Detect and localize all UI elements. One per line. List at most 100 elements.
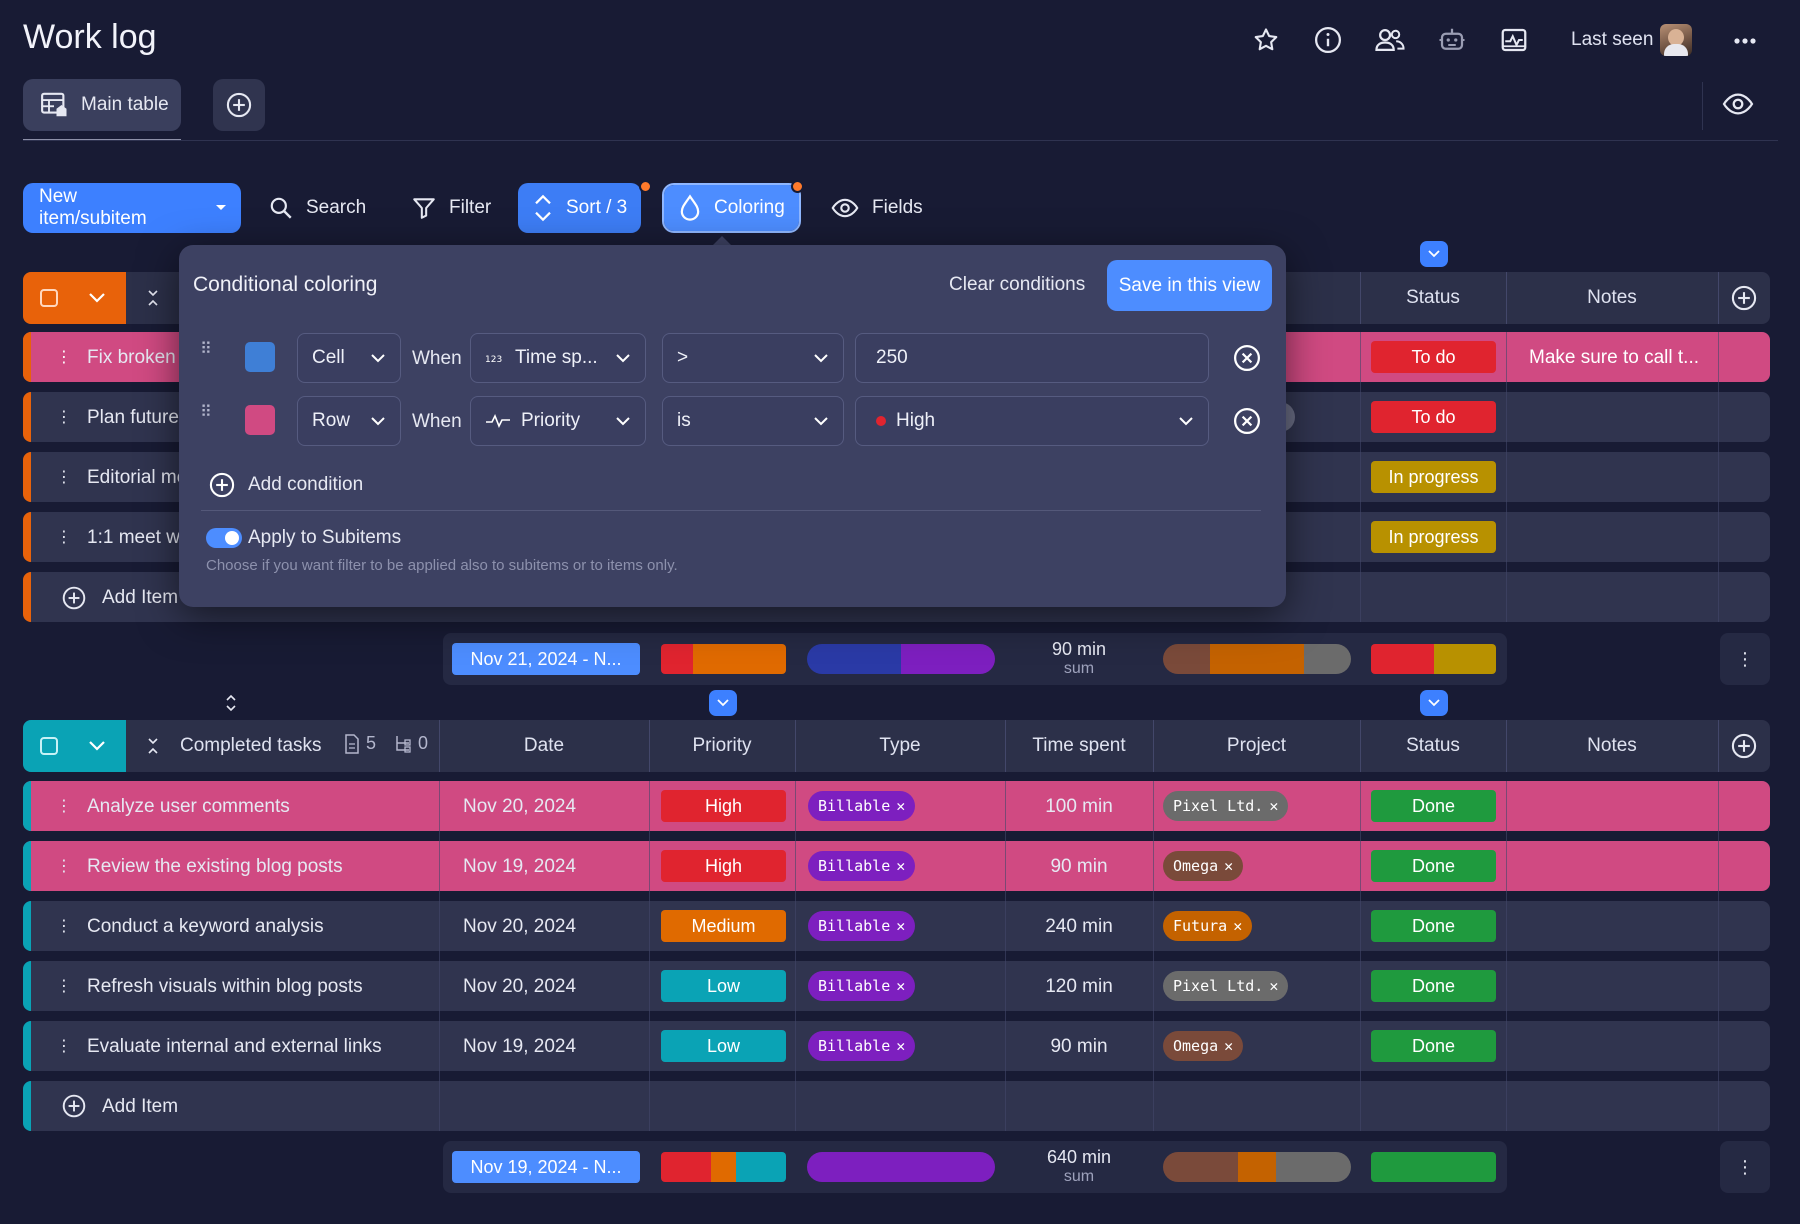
- chevron-down-icon[interactable]: [88, 292, 106, 304]
- avatar[interactable]: [1660, 24, 1692, 56]
- status-pill[interactable]: Done: [1371, 1030, 1496, 1062]
- remove-tag-icon[interactable]: ✕: [896, 797, 905, 815]
- row-drag-icon[interactable]: ⋮: [56, 347, 72, 367]
- time-cell[interactable]: 90 min: [1005, 1036, 1153, 1058]
- status-pill[interactable]: Done: [1371, 970, 1496, 1002]
- item-name[interactable]: 1:1 meet wi: [87, 527, 184, 549]
- time-cell[interactable]: 100 min: [1005, 796, 1153, 818]
- column-header-time-spent[interactable]: Time spent: [1005, 735, 1153, 757]
- row-drag-icon[interactable]: ⋮: [56, 916, 72, 936]
- column-header-notes[interactable]: Notes: [1506, 287, 1718, 309]
- color-swatch[interactable]: [245, 342, 275, 372]
- eye-icon[interactable]: [1722, 88, 1754, 120]
- column-header-date[interactable]: Date: [439, 735, 649, 757]
- column-header-priority[interactable]: Priority: [649, 735, 795, 757]
- status-pill[interactable]: In progress: [1371, 521, 1496, 553]
- project-tag[interactable]: Futura ✕: [1163, 911, 1253, 941]
- filter-button[interactable]: Filter: [397, 183, 505, 233]
- group-title[interactable]: Completed tasks: [180, 735, 322, 757]
- remove-tag-icon[interactable]: ✕: [896, 977, 905, 995]
- status-pill[interactable]: Done: [1371, 790, 1496, 822]
- item-name[interactable]: Fix broken l: [87, 347, 185, 369]
- status-pill[interactable]: Done: [1371, 850, 1496, 882]
- status-column-collapse-button[interactable]: [1420, 690, 1448, 716]
- column-header-project[interactable]: Project: [1153, 735, 1360, 757]
- project-tag[interactable]: Pixel Ltd. ✕: [1163, 971, 1289, 1001]
- notes-cell[interactable]: Make sure to call t...: [1529, 347, 1699, 369]
- save-view-button[interactable]: Save in this view: [1107, 260, 1272, 311]
- add-column-icon[interactable]: [1730, 284, 1758, 312]
- status-column-collapse-button[interactable]: [1420, 241, 1448, 267]
- add-column-icon[interactable]: [1730, 732, 1758, 760]
- item-name[interactable]: Plan future: [87, 407, 179, 429]
- type-tag[interactable]: Billable ✕: [808, 851, 916, 881]
- remove-tag-icon[interactable]: ✕: [1224, 857, 1233, 875]
- priority-column-collapse-button[interactable]: [709, 690, 737, 716]
- new-item-button[interactable]: New item/subitem: [23, 183, 241, 233]
- add-item-label[interactable]: Add Item: [102, 587, 178, 609]
- project-tag[interactable]: Omega ✕: [1163, 1031, 1244, 1061]
- field-select[interactable]: Priority: [470, 396, 646, 446]
- add-item-icon[interactable]: [61, 585, 87, 611]
- time-cell[interactable]: 240 min: [1005, 916, 1153, 938]
- value-select[interactable]: High: [855, 396, 1209, 446]
- info-icon[interactable]: [1308, 20, 1348, 60]
- more-options-icon[interactable]: [1728, 26, 1762, 56]
- column-header-status[interactable]: Status: [1360, 735, 1506, 757]
- caret-down-icon[interactable]: [201, 183, 241, 233]
- collapse-group-icon[interactable]: [146, 736, 160, 756]
- activity-monitor-icon[interactable]: [1494, 20, 1534, 60]
- date-cell[interactable]: Nov 19, 2024: [463, 856, 576, 878]
- row-drag-icon[interactable]: ⋮: [56, 796, 72, 816]
- item-name[interactable]: Review the existing blog posts: [87, 856, 343, 878]
- summary-menu-icon[interactable]: ⋮: [1720, 633, 1770, 685]
- type-tag[interactable]: Billable ✕: [808, 971, 916, 1001]
- scope-select[interactable]: Row: [297, 396, 401, 446]
- priority-pill[interactable]: Low: [661, 970, 786, 1002]
- project-tag[interactable]: Omega ✕: [1163, 851, 1244, 881]
- add-condition-button[interactable]: Add condition: [208, 471, 363, 499]
- time-cell[interactable]: 90 min: [1005, 856, 1153, 878]
- operator-select[interactable]: >: [662, 333, 844, 383]
- tab-main-table[interactable]: Main table: [23, 79, 181, 131]
- type-tag[interactable]: Billable ✕: [808, 1031, 916, 1061]
- star-icon[interactable]: [1246, 20, 1286, 60]
- column-header-status[interactable]: Status: [1360, 287, 1506, 309]
- date-cell[interactable]: Nov 20, 2024: [463, 796, 576, 818]
- row-drag-icon[interactable]: ⋮: [56, 1036, 72, 1056]
- date-range-summary[interactable]: Nov 19, 2024 - N...: [452, 1151, 640, 1183]
- item-name[interactable]: Evaluate internal and external links: [87, 1036, 382, 1058]
- status-pill[interactable]: To do: [1371, 401, 1496, 433]
- remove-tag-icon[interactable]: ✕: [896, 857, 905, 875]
- item-name[interactable]: Conduct a keyword analysis: [87, 916, 324, 938]
- item-name[interactable]: Editorial me: [87, 467, 187, 489]
- date-cell[interactable]: Nov 19, 2024: [463, 1036, 576, 1058]
- remove-tag-icon[interactable]: ✕: [896, 1037, 905, 1055]
- scope-select[interactable]: Cell: [297, 333, 401, 383]
- drag-handle-icon[interactable]: ⠿: [200, 402, 212, 422]
- operator-select[interactable]: is: [662, 396, 844, 446]
- row-drag-icon[interactable]: ⋮: [56, 407, 72, 427]
- priority-pill[interactable]: High: [661, 850, 786, 882]
- add-item-row[interactable]: [23, 1081, 1770, 1131]
- clear-conditions-button[interactable]: Clear conditions: [949, 274, 1085, 296]
- priority-pill[interactable]: High: [661, 790, 786, 822]
- fields-button[interactable]: Fields: [816, 183, 937, 233]
- add-view-button[interactable]: [213, 79, 265, 131]
- date-cell[interactable]: Nov 20, 2024: [463, 976, 576, 998]
- drag-handle-icon[interactable]: ⠿: [200, 339, 212, 359]
- group1-select-all-checkbox[interactable]: [40, 289, 58, 307]
- item-name[interactable]: Analyze user comments: [87, 796, 290, 818]
- column-header-type[interactable]: Type: [795, 735, 1005, 757]
- row-drag-icon[interactable]: ⋮: [56, 856, 72, 876]
- status-pill[interactable]: In progress: [1371, 461, 1496, 493]
- item-name[interactable]: Refresh visuals within blog posts: [87, 976, 363, 998]
- add-item-icon[interactable]: [61, 1093, 87, 1119]
- value-input[interactable]: [855, 333, 1209, 383]
- remove-condition-icon[interactable]: [1232, 343, 1262, 373]
- status-pill[interactable]: To do: [1371, 341, 1496, 373]
- field-select[interactable]: 123 Time sp...: [470, 333, 646, 383]
- apply-subitems-toggle[interactable]: [206, 528, 242, 548]
- chevron-down-icon[interactable]: [88, 740, 106, 752]
- type-tag[interactable]: Billable ✕: [808, 911, 916, 941]
